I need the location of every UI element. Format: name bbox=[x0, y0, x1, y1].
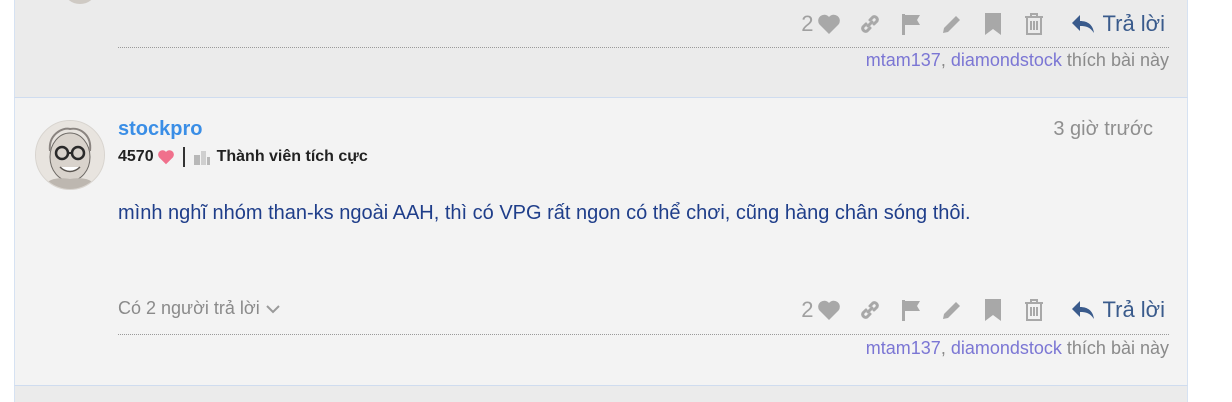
divider bbox=[118, 47, 1169, 48]
reply-icon bbox=[1071, 301, 1094, 319]
bookmark-icon[interactable] bbox=[980, 11, 1006, 37]
user-meta: 4570 Thành viên tích cực bbox=[118, 147, 368, 167]
heart-icon[interactable] bbox=[816, 297, 842, 323]
post-actions: 2 Trả lời bbox=[801, 295, 1165, 325]
avatar[interactable] bbox=[35, 120, 105, 190]
link-icon[interactable] bbox=[857, 297, 883, 323]
trash-icon[interactable] bbox=[1021, 11, 1047, 37]
liker-link[interactable]: mtam137 bbox=[866, 338, 941, 358]
avatar[interactable] bbox=[65, 0, 95, 4]
flag-icon[interactable] bbox=[898, 11, 924, 37]
likes-suffix: thích bài này bbox=[1066, 338, 1169, 358]
post: stockpro 3 giờ trước 4570 Thành viên tíc… bbox=[14, 98, 1188, 386]
heart-icon bbox=[157, 150, 174, 165]
reply-button[interactable]: Trả lời bbox=[1071, 11, 1166, 37]
reply-button[interactable]: Trả lời bbox=[1071, 297, 1166, 323]
post-timestamp[interactable]: 3 giờ trước bbox=[1053, 118, 1153, 141]
user-score: 4570 bbox=[118, 148, 154, 165]
post-actions: 2 Trả lời bbox=[801, 9, 1165, 39]
reply-icon bbox=[1071, 15, 1094, 33]
trash-icon[interactable] bbox=[1021, 297, 1047, 323]
liker-link[interactable]: diamondstock bbox=[951, 50, 1062, 70]
reply-label: Trả lời bbox=[1102, 11, 1166, 36]
heart-icon[interactable] bbox=[816, 11, 842, 37]
post-content: mình nghĩ nhóm than-ks ngoài AAH, thì có… bbox=[118, 202, 971, 224]
username-link[interactable]: stockpro bbox=[118, 118, 202, 141]
edit-icon[interactable] bbox=[939, 11, 965, 37]
user-rank: Thành viên tích cực bbox=[216, 148, 368, 165]
bookmark-icon[interactable] bbox=[980, 297, 1006, 323]
reply-label: Trả lời bbox=[1102, 297, 1166, 322]
likes-summary: mtam137, diamondstock thích bài này bbox=[865, 50, 1169, 70]
rank-badge-icon bbox=[193, 151, 210, 165]
chevron-down-icon bbox=[266, 304, 280, 313]
replies-label: Có 2 người trả lời bbox=[118, 298, 260, 318]
likes-suffix: thích bài này bbox=[1066, 50, 1169, 70]
user-avatar-image bbox=[36, 121, 104, 189]
separator bbox=[182, 147, 185, 167]
liker-link[interactable]: mtam137 bbox=[866, 50, 941, 70]
previous-post: 2 Trả lời mtam137, diamondstock thích bà… bbox=[14, 0, 1188, 98]
replies-toggle[interactable]: Có 2 người trả lời bbox=[118, 298, 280, 319]
next-post bbox=[14, 386, 1188, 402]
link-icon[interactable] bbox=[857, 11, 883, 37]
like-count: 2 bbox=[801, 11, 814, 36]
flag-icon[interactable] bbox=[898, 297, 924, 323]
edit-icon[interactable] bbox=[939, 297, 965, 323]
divider bbox=[118, 334, 1169, 335]
likes-summary: mtam137, diamondstock thích bài này bbox=[865, 338, 1169, 358]
liker-link[interactable]: diamondstock bbox=[951, 338, 1062, 358]
like-count: 2 bbox=[801, 297, 814, 322]
